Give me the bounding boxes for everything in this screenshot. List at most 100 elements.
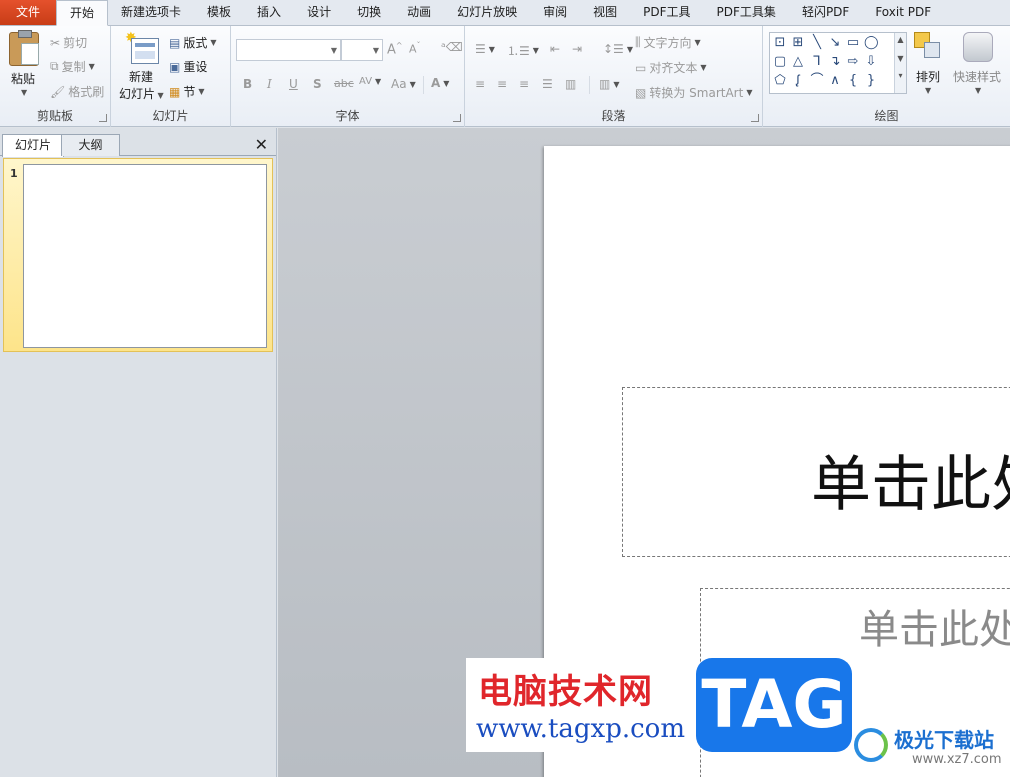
bullets-button[interactable]: ☰ ▼ [475,42,495,56]
tab-file[interactable]: 文件 [0,0,56,25]
align-left-button[interactable]: ≡ [475,77,485,91]
shapes-gallery[interactable]: ⊡ ⊞ ╲ ↘ ▭ ◯ ▢ △ ⅂ ↴ ⇨ ⇩ ⬠ ᶘ ⌒ ∧ { } ▲ ▼ … [769,32,907,94]
watermark-site: 电脑技术网 www.tagxp.com [466,658,700,752]
tab-template[interactable]: 模板 [194,0,244,25]
triangle-shape-icon[interactable]: △ [791,55,805,69]
align-right-button[interactable]: ≡ [519,77,529,91]
align-center-button[interactable]: ≡ [497,77,507,91]
clear-format-button[interactable]: ᵃ⌫ [441,40,463,54]
new-slide-dropdown-icon: ▼ [155,91,164,100]
align-right-icon: ≡ [519,77,530,91]
paste-button[interactable]: 粘贴 ▼ [4,28,46,102]
increase-indent-button[interactable]: ⇥ [572,42,582,56]
reset-icon: ▣ [169,59,181,74]
bullets-dropdown-icon: ▼ [488,44,495,54]
gallery-more-icon[interactable]: ▾ [895,71,906,80]
section-icon: ▦ [169,84,181,99]
tab-view[interactable]: 视图 [580,0,630,25]
left-brace-shape-icon[interactable]: { [846,74,860,88]
textbox-shape-icon[interactable]: ⊡ [773,36,787,50]
copy-button[interactable]: ⧉ 复制 ▼ [50,58,95,75]
clipboard-launcher-icon[interactable] [99,114,107,122]
down-arrow-shape-icon[interactable]: ⇩ [864,55,878,69]
arrange-icon [914,32,944,62]
reset-button[interactable]: ▣ 重设 [169,58,207,75]
curve-shape-icon[interactable]: ∧ [828,74,842,88]
slide-thumbnail[interactable] [23,164,267,348]
tab-new-tab[interactable]: 新建选项卡 [108,0,194,25]
paragraph-launcher-icon[interactable] [751,114,759,122]
tab-lightpdf[interactable]: 轻闪PDF [789,0,862,25]
new-slide-label-2: 幻灯片 [119,87,156,101]
slide-thumbnail-item[interactable]: 1 [3,158,273,352]
char-spacing-button[interactable]: AV ▼ [359,76,381,87]
elbow-connector-shape-icon[interactable]: ⅂ [810,55,824,69]
scribble-shape-icon[interactable]: ᶘ [791,74,805,88]
numbering-button[interactable]: ⒈☰ ▼ [507,42,539,59]
bold-button[interactable]: B [243,77,252,91]
decrease-indent-button[interactable]: ⇤ [550,42,560,56]
shapes-gallery-scrollbar[interactable]: ▲ ▼ ▾ [894,33,906,93]
elbow-arrow-shape-icon[interactable]: ↴ [828,55,842,69]
arrow-line-shape-icon[interactable]: ↘ [828,36,842,50]
tab-transitions[interactable]: 切换 [344,0,394,25]
freeform-shape-icon[interactable]: ⬠ [773,74,787,88]
arc-shape-icon[interactable]: ⌒ [810,74,824,88]
italic-button[interactable]: I [267,77,272,91]
tab-insert[interactable]: 插入 [244,0,294,25]
font-color-button[interactable]: A ▼ [431,76,449,90]
line-spacing-button[interactable]: ↕☰ ▼ [603,42,633,56]
tab-pdf-toolset[interactable]: PDF工具集 [704,0,789,25]
font-name-combo[interactable]: ▼ [236,39,341,61]
quick-styles-label: 快速样式 [953,70,1002,84]
line-spacing-dropdown-icon: ▼ [626,44,633,54]
clipboard-group-label: 剪贴板 [36,109,73,123]
gallery-up-icon[interactable]: ▲ [895,35,906,44]
font-size-combo[interactable]: ▼ [341,39,383,61]
rectangle-shape-icon[interactable]: ▭ [846,36,860,50]
tab-animations[interactable]: 动画 [394,0,444,25]
tab-home[interactable]: 开始 [56,0,109,26]
right-brace-shape-icon[interactable]: } [864,74,878,88]
format-painter-button[interactable]: 🖌 格式刷 [50,83,104,100]
underline-button[interactable]: U [289,77,298,91]
arrange-dropdown-icon: ▼ [925,86,932,95]
tab-design[interactable]: 设计 [294,0,344,25]
columns-button[interactable]: ▥ ▼ [599,77,620,91]
align-text-button[interactable]: ▭ 对齐文本 ▼ [635,59,707,76]
grow-font-button[interactable]: A^ [387,41,403,57]
tab-slides-pane[interactable]: 幻灯片 [2,134,65,157]
format-painter-label: 格式刷 [68,85,105,99]
gallery-down-icon[interactable]: ▼ [895,54,906,63]
tab-pdf-tools[interactable]: PDF工具 [630,0,703,25]
vertical-textbox-shape-icon[interactable]: ⊞ [791,36,805,50]
font-launcher-icon[interactable] [453,114,461,122]
new-slide-button[interactable]: ✸ 新建 幻灯片 ▼ [115,28,165,102]
line-shape-icon[interactable]: ╲ [810,36,824,50]
arrange-button[interactable]: 排列 ▼ [911,30,947,100]
text-direction-button[interactable]: ⫼ 文字方向 ▼ [635,34,701,51]
tab-foxit-pdf[interactable]: Foxit PDF [862,0,944,25]
shadow-button[interactable]: S [313,77,322,91]
strikethrough-button[interactable]: abc [334,77,354,90]
columns-dropdown-icon: ▼ [613,79,620,89]
justify-button[interactable]: ☰ [542,77,553,91]
tab-review[interactable]: 审阅 [530,0,580,25]
rounded-rect-shape-icon[interactable]: ▢ [773,55,787,69]
change-case-button[interactable]: Aa ▼ [391,77,416,91]
tab-slideshow[interactable]: 幻灯片放映 [444,0,530,25]
shrink-font-button[interactable]: Aˇ [409,41,421,56]
convert-smartart-button[interactable]: ▧ 转换为 SmartArt ▼ [635,84,752,101]
oval-shape-icon[interactable]: ◯ [864,36,879,50]
distribute-button[interactable]: ▥ [565,77,576,91]
layout-button[interactable]: ▤ 版式 ▼ [169,34,217,51]
close-icon[interactable]: ✕ [255,136,268,154]
right-arrow-shape-icon[interactable]: ⇨ [846,55,860,69]
align-left-icon: ≡ [475,77,486,91]
tab-outline-pane[interactable]: 大纲 [61,134,120,156]
cut-button[interactable]: ✂ 剪切 [50,34,87,51]
section-button[interactable]: ▦ 节 ▼ [169,83,205,100]
title-placeholder[interactable]: 单击此处 [622,387,1010,557]
quick-styles-button[interactable]: 快速样式 ▼ [949,30,1009,100]
font-color-label: A [431,76,441,90]
